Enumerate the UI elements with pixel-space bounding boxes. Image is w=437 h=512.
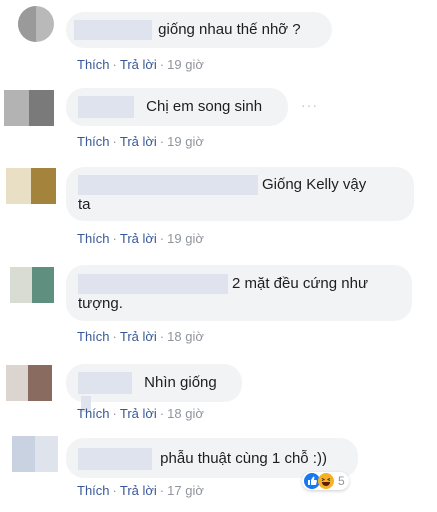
comment-text-line2: ta (78, 196, 91, 214)
comment-bubble: Nhìn giống (66, 364, 242, 413)
timestamp[interactable]: 18 giờ (167, 329, 204, 344)
like-link[interactable]: Thích (77, 134, 110, 149)
comment-text-line1: 2 mặt đều cứng như (232, 275, 368, 292)
comment-bubble: Chị em song sinh (66, 88, 288, 126)
timestamp[interactable]: 17 giờ (167, 483, 204, 498)
avatar[interactable] (4, 90, 54, 126)
comment-bubble: Giống Kelly vậy ta (66, 167, 414, 221)
reactions-summary[interactable]: 5 (302, 472, 349, 490)
reply-link[interactable]: Trả lời (120, 483, 157, 498)
timestamp[interactable]: 19 giờ (167, 134, 204, 149)
reply-link[interactable]: Trả lời (120, 57, 157, 72)
comment: phẫu thuật cùng 1 chỗ :)) 5 Thích · Trả lờ… (0, 432, 437, 512)
comment-text: phẫu thuật cùng 1 chỗ :)) (160, 449, 327, 467)
comment-bubble: 2 mặt đều cứng như tượng. (66, 265, 412, 321)
avatar[interactable] (6, 168, 56, 204)
comment: Chị em song sinh ··· Thích · Trả lời · 19 gi… (0, 80, 437, 155)
avatar[interactable] (12, 436, 58, 472)
reaction-count: 5 (338, 474, 345, 488)
comment-text: Chị em song sinh (146, 97, 263, 115)
redacted-name (78, 372, 132, 394)
comment-actions: Thích · Trả lời · 19 giờ (77, 231, 204, 246)
like-link[interactable]: Thích (77, 57, 110, 72)
avatar[interactable] (10, 267, 54, 303)
comment-text-line2: tượng. (78, 295, 123, 313)
comment-text: giống nhau thế nhỡ ? (158, 21, 301, 38)
reply-link[interactable]: Trả lời (120, 231, 157, 246)
comment-bubble: giống nhau thế nhỡ ? (66, 12, 332, 48)
redacted-name (78, 175, 258, 196)
comment-actions: Thích · Trả lời · 18 giờ (77, 406, 204, 421)
comment-actions: Thích · Trả lời · 17 giờ (77, 483, 204, 498)
avatar[interactable] (18, 6, 54, 42)
reply-link[interactable]: Trả lời (120, 134, 157, 149)
redacted-name (78, 96, 134, 118)
reply-link[interactable]: Trả lời (120, 406, 157, 421)
redacted-name (78, 274, 228, 295)
timestamp[interactable]: 18 giờ (167, 406, 204, 421)
redacted-name (78, 448, 152, 470)
timestamp[interactable]: 19 giờ (167, 231, 204, 246)
haha-icon (318, 473, 334, 489)
comment: giống nhau thế nhỡ ? Thích · Trả lời · 19 gi… (0, 0, 437, 75)
like-link[interactable]: Thích (77, 329, 110, 344)
avatar[interactable] (6, 365, 52, 401)
like-link[interactable]: Thích (77, 483, 110, 498)
comment-actions: Thích · Trả lời · 18 giờ (77, 329, 204, 344)
like-link[interactable]: Thích (77, 406, 110, 421)
like-link[interactable]: Thích (77, 231, 110, 246)
more-options-icon[interactable]: ··· (301, 97, 318, 113)
comment: 2 mặt đều cứng như tượng. Thích · Trả lời ·… (0, 257, 437, 352)
comment-actions: Thích · Trả lời · 19 giờ (77, 134, 204, 149)
comment-text-line1: Giống Kelly vậy (262, 176, 367, 193)
comment-actions: Thích · Trả lời · 19 giờ (77, 57, 204, 72)
comment-text: Nhìn giống (144, 373, 217, 391)
comment: Nhìn giống Thích · Trả lời · 18 giờ (0, 357, 437, 432)
redacted-name (74, 20, 152, 41)
timestamp[interactable]: 19 giờ (167, 57, 204, 72)
comment: Giống Kelly vậy ta Thích · Trả lời · 19 giờ (0, 160, 437, 255)
reply-link[interactable]: Trả lời (120, 329, 157, 344)
